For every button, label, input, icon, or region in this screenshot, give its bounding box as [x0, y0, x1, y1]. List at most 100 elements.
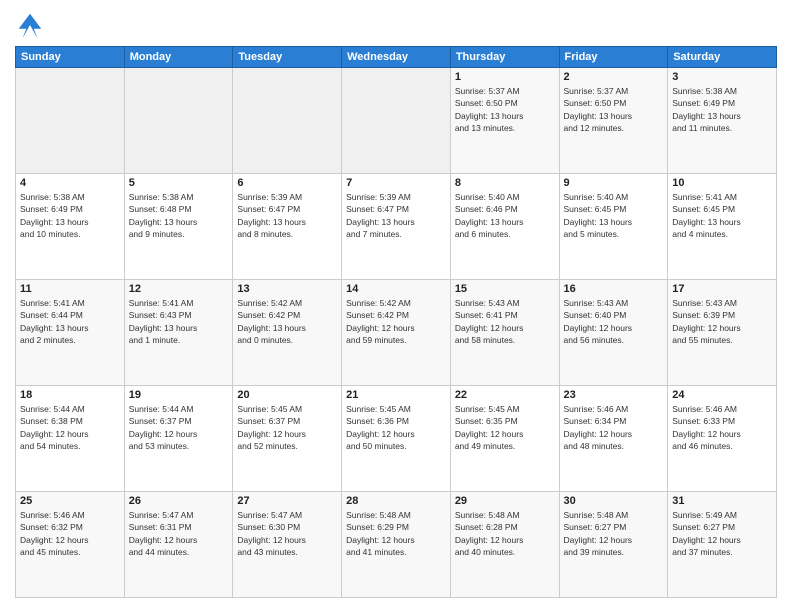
- day-info: Sunrise: 5:43 AM Sunset: 6:40 PM Dayligh…: [564, 297, 664, 346]
- day-number: 31: [672, 495, 772, 507]
- day-info: Sunrise: 5:45 AM Sunset: 6:37 PM Dayligh…: [237, 403, 337, 452]
- day-info: Sunrise: 5:43 AM Sunset: 6:39 PM Dayligh…: [672, 297, 772, 346]
- calendar-week-row: 18Sunrise: 5:44 AM Sunset: 6:38 PM Dayli…: [16, 386, 777, 492]
- day-number: 11: [20, 283, 120, 295]
- day-info: Sunrise: 5:44 AM Sunset: 6:38 PM Dayligh…: [20, 403, 120, 452]
- day-number: 4: [20, 177, 120, 189]
- calendar-cell: 26 Sunrise: 5:47 AM Sunset: 6:31 PM Dayli…: [124, 492, 233, 598]
- day-info: Sunrise: 5:49 AM Sunset: 6:27 PM Dayligh…: [672, 509, 772, 558]
- day-info: Sunrise: 5:45 AM Sunset: 6:35 PM Dayligh…: [455, 403, 555, 452]
- day-info: Sunrise: 5:44 AM Sunset: 6:37 PM Dayligh…: [129, 403, 229, 452]
- day-info: Sunrise: 5:48 AM Sunset: 6:29 PM Dayligh…: [346, 509, 446, 558]
- day-number: 24: [672, 389, 772, 401]
- page: SundayMondayTuesdayWednesdayThursdayFrid…: [0, 0, 792, 612]
- calendar-cell: 1 Sunrise: 5:37 AM Sunset: 6:50 PM Daylig…: [450, 68, 559, 174]
- calendar: SundayMondayTuesdayWednesdayThursdayFrid…: [15, 46, 777, 598]
- calendar-week-row: 4 Sunrise: 5:38 AM Sunset: 6:49 PM Daylig…: [16, 174, 777, 280]
- calendar-cell: 31 Sunrise: 5:49 AM Sunset: 6:27 PM Dayli…: [668, 492, 777, 598]
- calendar-cell: 25Sunrise: 5:46 AM Sunset: 6:32 PM Dayli…: [16, 492, 125, 598]
- day-info: Sunrise: 5:47 AM Sunset: 6:30 PM Dayligh…: [237, 509, 337, 558]
- calendar-week-row: 25Sunrise: 5:46 AM Sunset: 6:32 PM Dayli…: [16, 492, 777, 598]
- day-info: Sunrise: 5:42 AM Sunset: 6:42 PM Dayligh…: [346, 297, 446, 346]
- day-number: 17: [672, 283, 772, 295]
- calendar-cell: 2Sunrise: 5:37 AM Sunset: 6:50 PM Daylig…: [559, 68, 668, 174]
- day-number: 20: [237, 389, 337, 401]
- calendar-cell: 12 Sunrise: 5:41 AM Sunset: 6:43 PM Dayli…: [124, 280, 233, 386]
- day-number: 12: [129, 283, 229, 295]
- day-info: Sunrise: 5:47 AM Sunset: 6:31 PM Dayligh…: [129, 509, 229, 558]
- day-info: Sunrise: 5:41 AM Sunset: 6:45 PM Dayligh…: [672, 191, 772, 240]
- day-info: Sunrise: 5:42 AM Sunset: 6:42 PM Dayligh…: [237, 297, 337, 346]
- day-info: Sunrise: 5:45 AM Sunset: 6:36 PM Dayligh…: [346, 403, 446, 452]
- day-number: 13: [237, 283, 337, 295]
- day-number: 19: [129, 389, 229, 401]
- day-info: Sunrise: 5:40 AM Sunset: 6:45 PM Dayligh…: [564, 191, 664, 240]
- day-number: 16: [564, 283, 664, 295]
- day-info: Sunrise: 5:39 AM Sunset: 6:47 PM Dayligh…: [346, 191, 446, 240]
- calendar-cell: 3 Sunrise: 5:38 AM Sunset: 6:49 PM Daylig…: [668, 68, 777, 174]
- calendar-day-header: Saturday: [668, 47, 777, 68]
- calendar-cell: 13 Sunrise: 5:42 AM Sunset: 6:42 PM Dayli…: [233, 280, 342, 386]
- logo: [15, 10, 49, 40]
- day-number: 1: [455, 71, 555, 83]
- calendar-week-row: 11Sunrise: 5:41 AM Sunset: 6:44 PM Dayli…: [16, 280, 777, 386]
- calendar-cell: [16, 68, 125, 174]
- calendar-cell: 16 Sunrise: 5:43 AM Sunset: 6:40 PM Dayli…: [559, 280, 668, 386]
- calendar-cell: 6 Sunrise: 5:39 AM Sunset: 6:47 PM Daylig…: [233, 174, 342, 280]
- day-number: 3: [672, 71, 772, 83]
- day-info: Sunrise: 5:41 AM Sunset: 6:43 PM Dayligh…: [129, 297, 229, 346]
- day-number: 10: [672, 177, 772, 189]
- day-number: 22: [455, 389, 555, 401]
- calendar-cell: 24 Sunrise: 5:46 AM Sunset: 6:33 PM Dayli…: [668, 386, 777, 492]
- calendar-cell: 15Sunrise: 5:43 AM Sunset: 6:41 PM Dayli…: [450, 280, 559, 386]
- calendar-day-header: Wednesday: [342, 47, 451, 68]
- calendar-cell: 29Sunrise: 5:48 AM Sunset: 6:28 PM Dayli…: [450, 492, 559, 598]
- day-info: Sunrise: 5:40 AM Sunset: 6:46 PM Dayligh…: [455, 191, 555, 240]
- day-info: Sunrise: 5:48 AM Sunset: 6:28 PM Dayligh…: [455, 509, 555, 558]
- day-info: Sunrise: 5:37 AM Sunset: 6:50 PM Dayligh…: [564, 85, 664, 134]
- day-info: Sunrise: 5:48 AM Sunset: 6:27 PM Dayligh…: [564, 509, 664, 558]
- calendar-day-header: Tuesday: [233, 47, 342, 68]
- calendar-day-header: Monday: [124, 47, 233, 68]
- logo-icon: [15, 10, 45, 40]
- calendar-week-row: 1 Sunrise: 5:37 AM Sunset: 6:50 PM Daylig…: [16, 68, 777, 174]
- calendar-cell: 14 Sunrise: 5:42 AM Sunset: 6:42 PM Dayli…: [342, 280, 451, 386]
- day-info: Sunrise: 5:38 AM Sunset: 6:49 PM Dayligh…: [672, 85, 772, 134]
- calendar-cell: [233, 68, 342, 174]
- header: [15, 10, 777, 40]
- calendar-cell: 8 Sunrise: 5:40 AM Sunset: 6:46 PM Daylig…: [450, 174, 559, 280]
- calendar-cell: 4 Sunrise: 5:38 AM Sunset: 6:49 PM Daylig…: [16, 174, 125, 280]
- calendar-cell: 19 Sunrise: 5:44 AM Sunset: 6:37 PM Dayli…: [124, 386, 233, 492]
- day-info: Sunrise: 5:39 AM Sunset: 6:47 PM Dayligh…: [237, 191, 337, 240]
- calendar-day-header: Thursday: [450, 47, 559, 68]
- day-number: 8: [455, 177, 555, 189]
- day-number: 7: [346, 177, 446, 189]
- calendar-cell: 30Sunrise: 5:48 AM Sunset: 6:27 PM Dayli…: [559, 492, 668, 598]
- day-number: 14: [346, 283, 446, 295]
- day-info: Sunrise: 5:43 AM Sunset: 6:41 PM Dayligh…: [455, 297, 555, 346]
- calendar-cell: 9Sunrise: 5:40 AM Sunset: 6:45 PM Daylig…: [559, 174, 668, 280]
- calendar-header-row: SundayMondayTuesdayWednesdayThursdayFrid…: [16, 47, 777, 68]
- day-info: Sunrise: 5:38 AM Sunset: 6:49 PM Dayligh…: [20, 191, 120, 240]
- calendar-cell: 18Sunrise: 5:44 AM Sunset: 6:38 PM Dayli…: [16, 386, 125, 492]
- day-info: Sunrise: 5:38 AM Sunset: 6:48 PM Dayligh…: [129, 191, 229, 240]
- day-number: 21: [346, 389, 446, 401]
- day-number: 6: [237, 177, 337, 189]
- calendar-cell: 7 Sunrise: 5:39 AM Sunset: 6:47 PM Daylig…: [342, 174, 451, 280]
- day-info: Sunrise: 5:37 AM Sunset: 6:50 PM Dayligh…: [455, 85, 555, 134]
- day-number: 5: [129, 177, 229, 189]
- day-number: 27: [237, 495, 337, 507]
- calendar-day-header: Sunday: [16, 47, 125, 68]
- calendar-cell: 20 Sunrise: 5:45 AM Sunset: 6:37 PM Dayli…: [233, 386, 342, 492]
- calendar-cell: [342, 68, 451, 174]
- calendar-cell: 22 Sunrise: 5:45 AM Sunset: 6:35 PM Dayli…: [450, 386, 559, 492]
- calendar-cell: 10 Sunrise: 5:41 AM Sunset: 6:45 PM Dayli…: [668, 174, 777, 280]
- day-info: Sunrise: 5:46 AM Sunset: 6:32 PM Dayligh…: [20, 509, 120, 558]
- day-number: 26: [129, 495, 229, 507]
- calendar-cell: 21 Sunrise: 5:45 AM Sunset: 6:36 PM Dayli…: [342, 386, 451, 492]
- day-info: Sunrise: 5:46 AM Sunset: 6:33 PM Dayligh…: [672, 403, 772, 452]
- calendar-cell: 28Sunrise: 5:48 AM Sunset: 6:29 PM Dayli…: [342, 492, 451, 598]
- calendar-cell: [124, 68, 233, 174]
- day-number: 23: [564, 389, 664, 401]
- calendar-cell: 5 Sunrise: 5:38 AM Sunset: 6:48 PM Daylig…: [124, 174, 233, 280]
